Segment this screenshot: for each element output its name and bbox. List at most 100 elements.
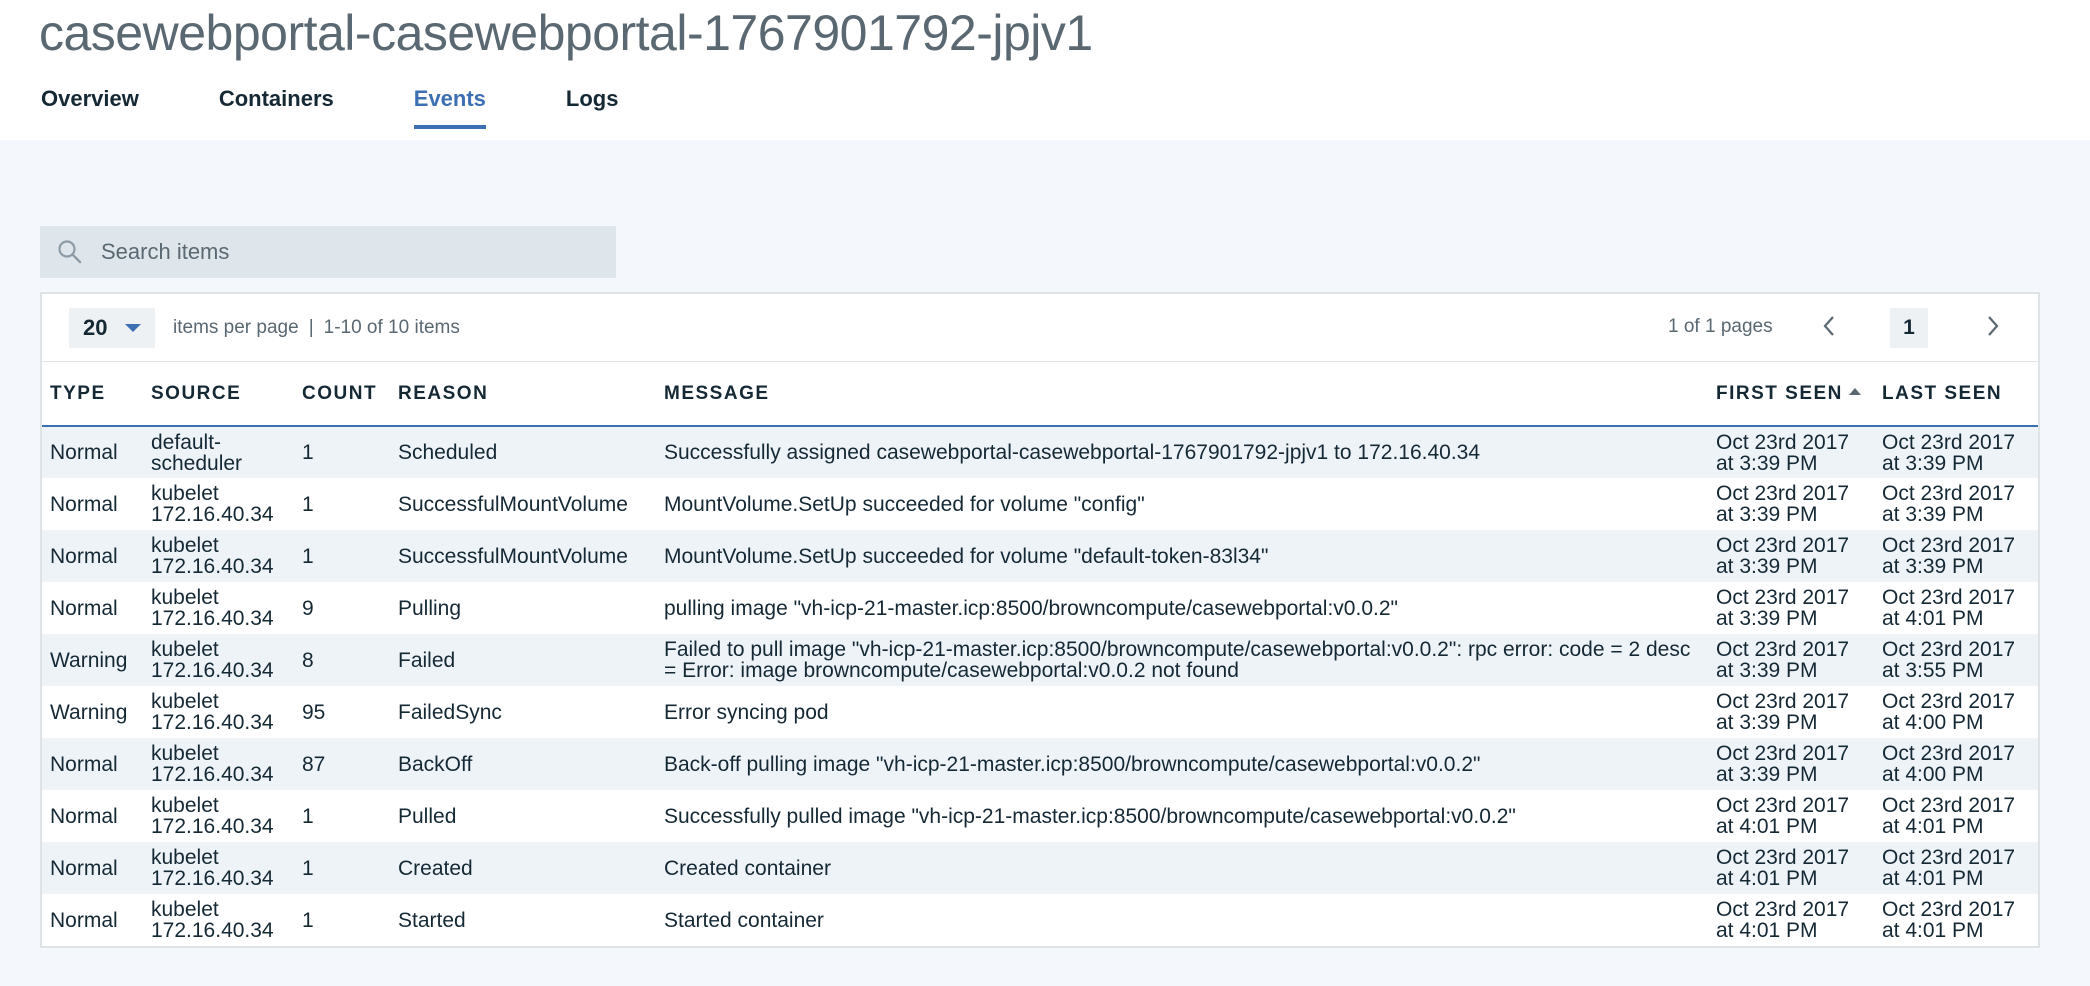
event-source-line2: 172.16.40.34 (151, 919, 274, 942)
tab-events[interactable]: Events (413, 83, 486, 129)
first-seen-time: at 3:39 PM (1716, 451, 1818, 475)
last-seen-time: at 3:55 PM (1882, 659, 1984, 682)
last-seen-time: at 4:01 PM (1882, 815, 1984, 838)
event-type: Normal (50, 856, 118, 880)
items-range: 1-10 of 10 items (323, 316, 460, 338)
first-seen-date: Oct 23rd 2017 (1716, 742, 1850, 765)
column-header-last-seen[interactable]: LAST SEEN (1874, 362, 2038, 427)
cell-type: Normal (42, 582, 143, 634)
table-row: Normal kubelet 172.16.40.34 1 Started Started… (42, 894, 2038, 946)
cell-message: Back-off pulling image "vh-icp-21-master… (656, 738, 1708, 790)
event-reason: Started (398, 908, 466, 932)
column-header-count[interactable]: COUNT (294, 362, 390, 427)
first-seen-date: Oct 23rd 2017 (1716, 638, 1850, 661)
table-body: Normal default-scheduler 1 Scheduled Success… (42, 426, 2038, 946)
table-row: Normal kubelet 172.16.40.34 1 Pulled Successf… (42, 790, 2038, 842)
search-input[interactable] (101, 239, 581, 265)
event-source-line1: kubelet (151, 690, 219, 713)
next-page-button[interactable] (1978, 311, 2008, 341)
column-header-message[interactable]: MESSAGE (656, 362, 1708, 427)
cell-source: kubelet 172.16.40.34 (143, 530, 294, 582)
event-type: Normal (50, 544, 118, 568)
cell-reason: SuccessfulMountVolume (390, 530, 656, 582)
page-title: casewebportal-casewebportal-1767901792-j… (39, 5, 1093, 61)
cell-first-seen: Oct 23rd 2017 at 4:01 PM (1708, 790, 1874, 842)
cell-count: 1 (294, 478, 390, 530)
event-source-line1: kubelet (151, 482, 219, 505)
event-count: 1 (302, 908, 314, 932)
cell-first-seen: Oct 23rd 2017 at 4:01 PM (1708, 894, 1874, 946)
pages-label: 1 of 1 pages (1668, 316, 1773, 337)
first-seen-date: Oct 23rd 2017 (1716, 430, 1850, 454)
cell-count: 1 (294, 530, 390, 582)
last-seen-date: Oct 23rd 2017 (1882, 794, 2016, 817)
event-reason: Created (398, 856, 473, 880)
current-page[interactable]: 1 (1890, 308, 1928, 348)
event-source-line2: 172.16.40.34 (151, 503, 274, 526)
cell-last-seen: Oct 23rd 2017 at 4:01 PM (1874, 582, 2038, 634)
chevron-left-icon (1823, 316, 1834, 336)
tab-logs[interactable]: Logs (566, 83, 619, 129)
event-type: Normal (50, 441, 118, 464)
table-row: Normal kubelet 172.16.40.34 1 Created Created… (42, 842, 2038, 894)
tab-overview[interactable]: Overview (41, 83, 139, 129)
items-per-page-label: items per page (173, 316, 299, 338)
cell-message: Successfully assigned casewebportal-case… (656, 426, 1708, 478)
event-message: Started container (664, 908, 824, 932)
event-source-line1: kubelet (151, 586, 219, 609)
cell-count: 95 (294, 686, 390, 738)
first-seen-time: at 4:01 PM (1716, 867, 1818, 890)
event-type: Normal (50, 908, 118, 932)
column-header-source[interactable]: SOURCE (143, 362, 294, 427)
last-seen-time: at 4:01 PM (1882, 867, 1984, 890)
event-type: Normal (50, 596, 118, 620)
cell-message: MountVolume.SetUp succeeded for volume "… (656, 530, 1708, 582)
previous-page-button[interactable] (1814, 311, 1844, 341)
first-seen-date: Oct 23rd 2017 (1716, 690, 1850, 713)
column-header-reason[interactable]: REASON (390, 362, 656, 427)
items-per-page-select[interactable]: 20 (69, 307, 155, 348)
first-seen-date: Oct 23rd 2017 (1716, 846, 1850, 869)
event-source-line2: 172.16.40.34 (151, 711, 274, 734)
last-seen-time: at 3:39 PM (1882, 503, 1984, 526)
event-source-line1: kubelet (151, 794, 219, 817)
event-reason: BackOff (398, 752, 473, 776)
event-message: MountVolume.SetUp succeeded for volume "… (664, 492, 1145, 516)
event-reason: Pulling (398, 596, 462, 620)
table-row: Normal kubelet 172.16.40.34 9 Pulling pulling… (42, 582, 2038, 634)
event-type: Normal (50, 804, 118, 828)
event-type: Normal (50, 752, 118, 776)
tab-containers[interactable]: Containers (219, 83, 334, 129)
cell-message: Successfully pulled image "vh-icp-21-mas… (656, 790, 1708, 842)
column-header-first-seen[interactable]: FIRST SEEN (1708, 362, 1874, 427)
cell-count: 1 (294, 894, 390, 946)
event-source-line2: 172.16.40.34 (151, 867, 274, 890)
cell-last-seen: Oct 23rd 2017 at 4:01 PM (1874, 790, 2038, 842)
cell-count: 1 (294, 842, 390, 894)
cell-first-seen: Oct 23rd 2017 at 3:39 PM (1708, 634, 1874, 686)
cell-source: kubelet 172.16.40.34 (143, 582, 294, 634)
cell-first-seen: Oct 23rd 2017 at 3:39 PM (1708, 582, 1874, 634)
first-seen-time: at 4:01 PM (1716, 815, 1818, 838)
cell-reason: Scheduled (390, 426, 656, 478)
column-header-type[interactable]: TYPE (42, 362, 143, 427)
cell-reason: BackOff (390, 738, 656, 790)
cell-first-seen: Oct 23rd 2017 at 3:39 PM (1708, 686, 1874, 738)
table-row: Normal default-scheduler 1 Scheduled Success… (42, 426, 2038, 478)
event-source-line2: scheduler (151, 451, 243, 475)
cell-reason: Pulling (390, 582, 656, 634)
cell-message: Failed to pull image "vh-icp-21-master.i… (656, 634, 1708, 686)
cell-first-seen: Oct 23rd 2017 at 4:01 PM (1708, 842, 1874, 894)
chevron-right-icon (1988, 316, 1999, 336)
last-seen-time: at 3:39 PM (1882, 451, 1984, 475)
search-bar (40, 226, 616, 278)
cell-last-seen: Oct 23rd 2017 at 4:00 PM (1874, 738, 2038, 790)
event-count: 1 (302, 856, 314, 880)
cell-source: kubelet 172.16.40.34 (143, 634, 294, 686)
event-message: Error syncing pod (664, 700, 829, 724)
first-seen-time: at 3:39 PM (1716, 607, 1818, 630)
search-icon (57, 239, 83, 265)
event-message: Failed to pull image "vh-icp-21-master.i… (664, 638, 1691, 682)
event-message: Successfully pulled image "vh-icp-21-mas… (664, 804, 1516, 828)
table-row: Warning kubelet 172.16.40.34 8 Failed Failed … (42, 634, 2038, 686)
